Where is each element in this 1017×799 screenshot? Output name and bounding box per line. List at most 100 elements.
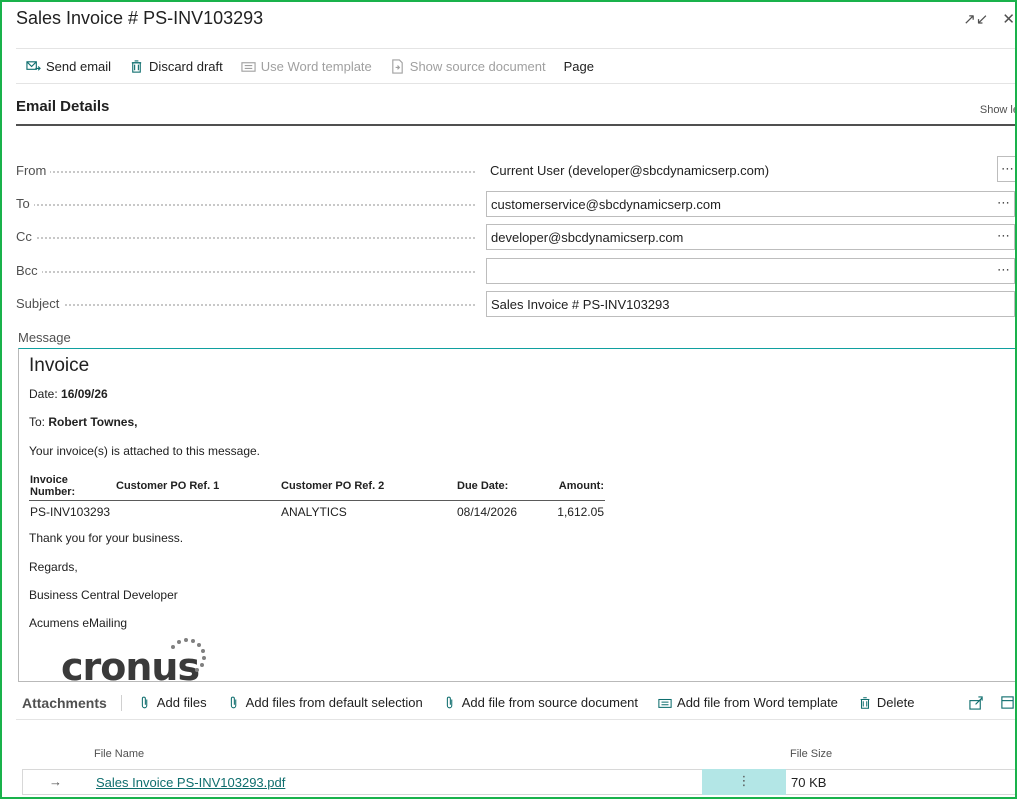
- source-document-icon: [392, 58, 403, 74]
- bcc-field[interactable]: ⋯: [486, 258, 1015, 284]
- window-frame: Sales Invoice # PS-INV103293 ↗↙ ✕ Send e…: [0, 0, 1017, 799]
- from-row: From Current User (developer@sbcdynamics…: [16, 156, 1015, 184]
- subject-field[interactable]: Sales Invoice # PS-INV103293: [486, 291, 1015, 317]
- from-field[interactable]: Current User (developer@sbcdynamicserp.c…: [486, 156, 1015, 184]
- col-due-date: Due Date:: [456, 472, 536, 502]
- page-menu-label: Page: [563, 58, 595, 74]
- use-word-template-button[interactable]: Use Word template: [241, 59, 372, 74]
- to-field[interactable]: customerservice@sbcdynamicserp.com ⋯: [486, 191, 1015, 217]
- invoice-table-header: Invoice Number: Customer PO Ref. 1 Custo…: [29, 472, 605, 502]
- add-source-file-button[interactable]: Add file from source document: [443, 695, 638, 710]
- send-email-icon: [26, 60, 41, 71]
- action-bar: Send email Discard draft Use Word templa…: [16, 48, 1015, 84]
- to-more-icon[interactable]: ⋯: [997, 195, 1010, 211]
- col-po-ref-2: Customer PO Ref. 2: [280, 472, 456, 502]
- close-icon[interactable]: ✕: [1002, 10, 1015, 28]
- label-leader: [16, 204, 475, 206]
- bcc-row: Bcc ⋯: [16, 258, 1015, 284]
- page-title: Sales Invoice # PS-INV103293: [16, 8, 264, 28]
- date-line: Date: 16/09/26: [29, 387, 1005, 401]
- send-email-button[interactable]: Send email: [26, 59, 111, 74]
- to-value: customerservice@sbcdynamicserp.com: [491, 197, 721, 212]
- subject-value: Sales Invoice # PS-INV103293: [491, 297, 670, 312]
- cell-due-date: 08/14/2026: [457, 505, 518, 520]
- email-details-header: Email Details Show le: [16, 98, 1015, 126]
- to-label: To: [16, 196, 34, 211]
- from-more-button[interactable]: ⋯: [997, 156, 1015, 182]
- col-amount: Amount:: [536, 472, 605, 502]
- section-title: Email Details: [16, 98, 110, 115]
- to-line: To: Robert Townes,: [29, 415, 1005, 429]
- recipient-name: Robert Townes,: [48, 415, 138, 430]
- attachments-grid-header: File Name File Size: [94, 748, 1015, 764]
- page-menu-button[interactable]: Page: [564, 59, 594, 74]
- subject-row: Subject Sales Invoice # PS-INV103293: [16, 291, 1015, 317]
- discard-draft-button[interactable]: Discard draft: [129, 59, 223, 74]
- discard-draft-label: Discard draft: [149, 58, 223, 74]
- show-less-link[interactable]: Show le: [980, 104, 1015, 116]
- add-files-button[interactable]: Add files: [138, 695, 207, 710]
- use-word-template-label: Use Word template: [260, 58, 372, 74]
- cell-po-ref-1: [115, 501, 280, 522]
- cc-more-icon[interactable]: ⋯: [997, 228, 1010, 244]
- to-line-label: To:: [29, 415, 49, 430]
- show-source-document-button[interactable]: Show source document: [390, 59, 546, 74]
- attachments-title: Attachments: [16, 694, 122, 711]
- cc-row: Cc developer@sbcdynamicserp.com ⋯: [16, 224, 1015, 250]
- attachments-toolbar: Attachments Add files Add files from def…: [16, 686, 1015, 720]
- cell-po-ref-2: ANALYTICS: [281, 505, 347, 520]
- trash-icon: [860, 696, 870, 709]
- from-value: Current User (developer@sbcdynamicserp.c…: [490, 163, 770, 178]
- bcc-more-icon[interactable]: ⋯: [997, 262, 1010, 278]
- share-icon[interactable]: [969, 695, 984, 710]
- add-source-file-label: Add file from source document: [461, 695, 639, 710]
- invoice-heading: Invoice: [29, 355, 90, 376]
- date-label: Date:: [29, 387, 62, 401]
- cc-label: Cc: [16, 229, 36, 244]
- cell-amount: 1,612.05: [557, 505, 604, 520]
- expand-icon[interactable]: [1000, 695, 1015, 710]
- send-email-label: Send email: [46, 58, 112, 74]
- col-po-ref-1: Customer PO Ref. 1: [115, 472, 280, 502]
- add-default-files-label: Add files from default selection: [245, 695, 423, 710]
- cc-field[interactable]: developer@sbcdynamicserp.com ⋯: [486, 224, 1015, 250]
- add-files-label: Add files: [156, 695, 207, 710]
- label-leader: [16, 171, 475, 173]
- add-word-template-file-label: Add file from Word template: [677, 695, 838, 710]
- show-source-document-label: Show source document: [409, 58, 546, 74]
- thanks-text: Thank you for your business.: [29, 531, 184, 546]
- col-invoice-number: Invoice Number:: [29, 472, 115, 502]
- message-editor[interactable]: Invoice Date: 16/09/26 To: Robert Townes…: [18, 348, 1015, 682]
- add-default-files-button[interactable]: Add files from default selection: [227, 695, 423, 710]
- delete-attachment-button[interactable]: Delete: [858, 695, 915, 710]
- col-file-size[interactable]: File Size: [790, 748, 832, 760]
- attachment-file-link[interactable]: Sales Invoice PS-INV103293.pdf: [96, 775, 285, 790]
- collapse-icon[interactable]: ↗↙: [963, 10, 988, 28]
- intro-text: Your invoice(s) is attached to this mess…: [29, 443, 261, 458]
- row-actions-button[interactable]: ⋮: [702, 769, 786, 795]
- attachment-file-size: 70 KB: [791, 775, 827, 790]
- cc-value: developer@sbcdynamicserp.com: [491, 230, 684, 245]
- invoice-table: Invoice Number: Customer PO Ref. 1 Custo…: [29, 472, 605, 521]
- regards-text: Regards,: [29, 559, 78, 574]
- paperclip-icon: [446, 696, 452, 708]
- signature-name: Business Central Developer: [29, 587, 178, 602]
- to-row: To customerservice@sbcdynamicserp.com ⋯: [16, 191, 1015, 217]
- cronus-logo: cronus: [61, 635, 221, 681]
- bcc-label: Bcc: [16, 263, 42, 278]
- add-word-template-file-button[interactable]: Add file from Word template: [658, 695, 838, 710]
- word-template-icon: [241, 61, 256, 72]
- delete-label: Delete: [876, 695, 915, 710]
- date-value: 16/09/26: [61, 387, 108, 401]
- cell-invoice-number: PS-INV103293: [30, 505, 111, 520]
- col-file-name[interactable]: File Name: [94, 748, 144, 760]
- message-label: Message: [18, 330, 71, 345]
- signature-company: Acumens eMailing: [29, 616, 128, 631]
- label-leader: [16, 237, 475, 239]
- word-template-icon: [658, 698, 672, 708]
- table-row: PS-INV103293 ANALYTICS 08/14/2026 1,612.…: [29, 501, 605, 522]
- subject-label: Subject: [16, 296, 64, 311]
- table-row[interactable]: → Sales Invoice PS-INV103293.pdf ⋮ 70 KB: [22, 769, 1015, 795]
- label-leader: [16, 271, 475, 273]
- from-label: From: [16, 163, 51, 178]
